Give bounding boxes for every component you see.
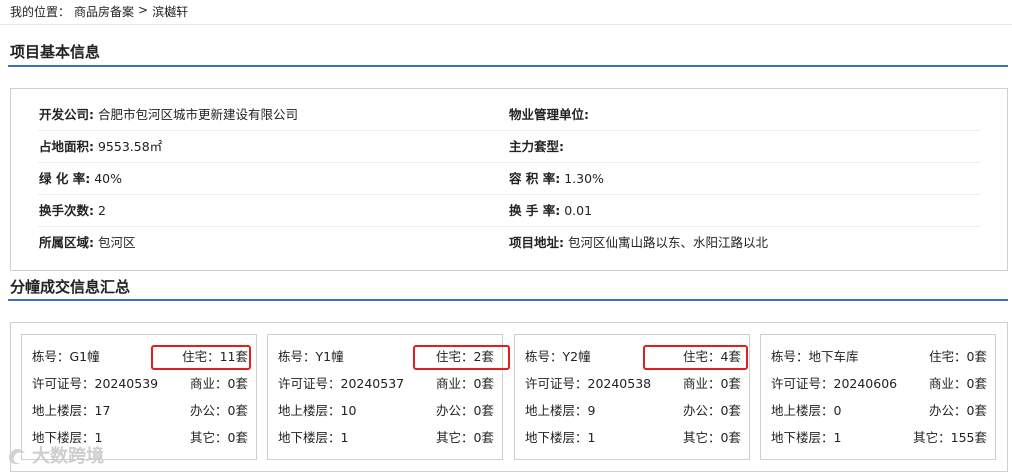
section-rule xyxy=(8,65,1008,67)
watermark-logo-icon xyxy=(8,448,26,465)
breadcrumb-prefix: 我的位置： xyxy=(10,5,71,19)
card-line: 许可证号：20240538 商业：0套 xyxy=(525,376,741,391)
section-title-building-summary: 分幢成交信息汇总 xyxy=(10,278,131,296)
breadcrumb-separator: > xyxy=(138,3,149,17)
plot-ratio-field: 容 积 率: 1.30% xyxy=(509,171,604,186)
building-card-garage[interactable]: 栋号：地下车库 住宅：0套 许可证号：20240606 商业：0套 地上楼层：0 办公… xyxy=(760,334,996,460)
info-row: 所属区域: 包河区 项目地址: 包河区仙寓山路以东、水阳江路以北 xyxy=(39,227,979,259)
address-field: 项目地址: 包河区仙寓山路以东、水阳江路以北 xyxy=(509,235,768,250)
highlight-box xyxy=(413,345,510,370)
card-line: 栋号：地下车库 住宅：0套 xyxy=(771,349,987,364)
card-line: 地上楼层：0 办公：0套 xyxy=(771,403,987,418)
info-row: 占地面积: 9553.58㎡ 主力套型: xyxy=(39,131,979,163)
district-field: 所属区域: 包河区 xyxy=(39,235,136,250)
breadcrumb-item-category[interactable]: 商品房备案 xyxy=(74,3,134,20)
card-line: 地上楼层：9 办公：0套 xyxy=(525,403,741,418)
card-line: 许可证号：20240539 商业：0套 xyxy=(32,376,248,391)
property-management-field: 物业管理单位: xyxy=(509,107,589,122)
turnover-count-field: 换手次数: 2 xyxy=(39,203,106,218)
turnover-rate-field: 换 手 率: 0.01 xyxy=(509,203,593,218)
main-unit-type-field: 主力套型: xyxy=(509,139,564,154)
card-line: 地下楼层：1 其它：0套 xyxy=(278,430,494,445)
green-rate-field: 绿 化 率: 40% xyxy=(39,171,122,186)
developer-field: 开发公司: 合肥市包河区城市更新建设有限公司 xyxy=(39,107,298,122)
card-line: 许可证号：20240606 商业：0套 xyxy=(771,376,987,391)
card-line: 许可证号：20240537 商业：0套 xyxy=(278,376,494,391)
breadcrumb-item-project[interactable]: 滨樾轩 xyxy=(152,3,188,20)
card-line: 地上楼层：17 办公：0套 xyxy=(32,403,248,418)
highlight-box xyxy=(151,345,251,370)
info-row: 换手次数: 2 换 手 率: 0.01 xyxy=(39,195,979,227)
breadcrumb: 我的位置： 商品房备案 > 滨樾轩 xyxy=(10,3,188,20)
project-info-panel: 开发公司: 合肥市包河区城市更新建设有限公司 物业管理单位: 占地面积: 955… xyxy=(10,88,1008,271)
divider xyxy=(0,24,1012,25)
info-row: 绿 化 率: 40% 容 积 率: 1.30% xyxy=(39,163,979,195)
highlight-box xyxy=(643,345,748,370)
card-line: 地下楼层：1 其它：155套 xyxy=(771,430,987,445)
card-line: 地下楼层：1 其它：0套 xyxy=(525,430,741,445)
watermark-text: 大数跨境 xyxy=(32,446,104,467)
land-area-field: 占地面积: 9553.58㎡ xyxy=(39,139,163,154)
watermark: 大数跨境 xyxy=(6,442,104,468)
section-title-basic-info: 项目基本信息 xyxy=(10,43,101,61)
info-row: 开发公司: 合肥市包河区城市更新建设有限公司 物业管理单位: xyxy=(39,99,979,131)
section-rule xyxy=(8,299,1008,301)
card-line: 地上楼层：10 办公：0套 xyxy=(278,403,494,418)
